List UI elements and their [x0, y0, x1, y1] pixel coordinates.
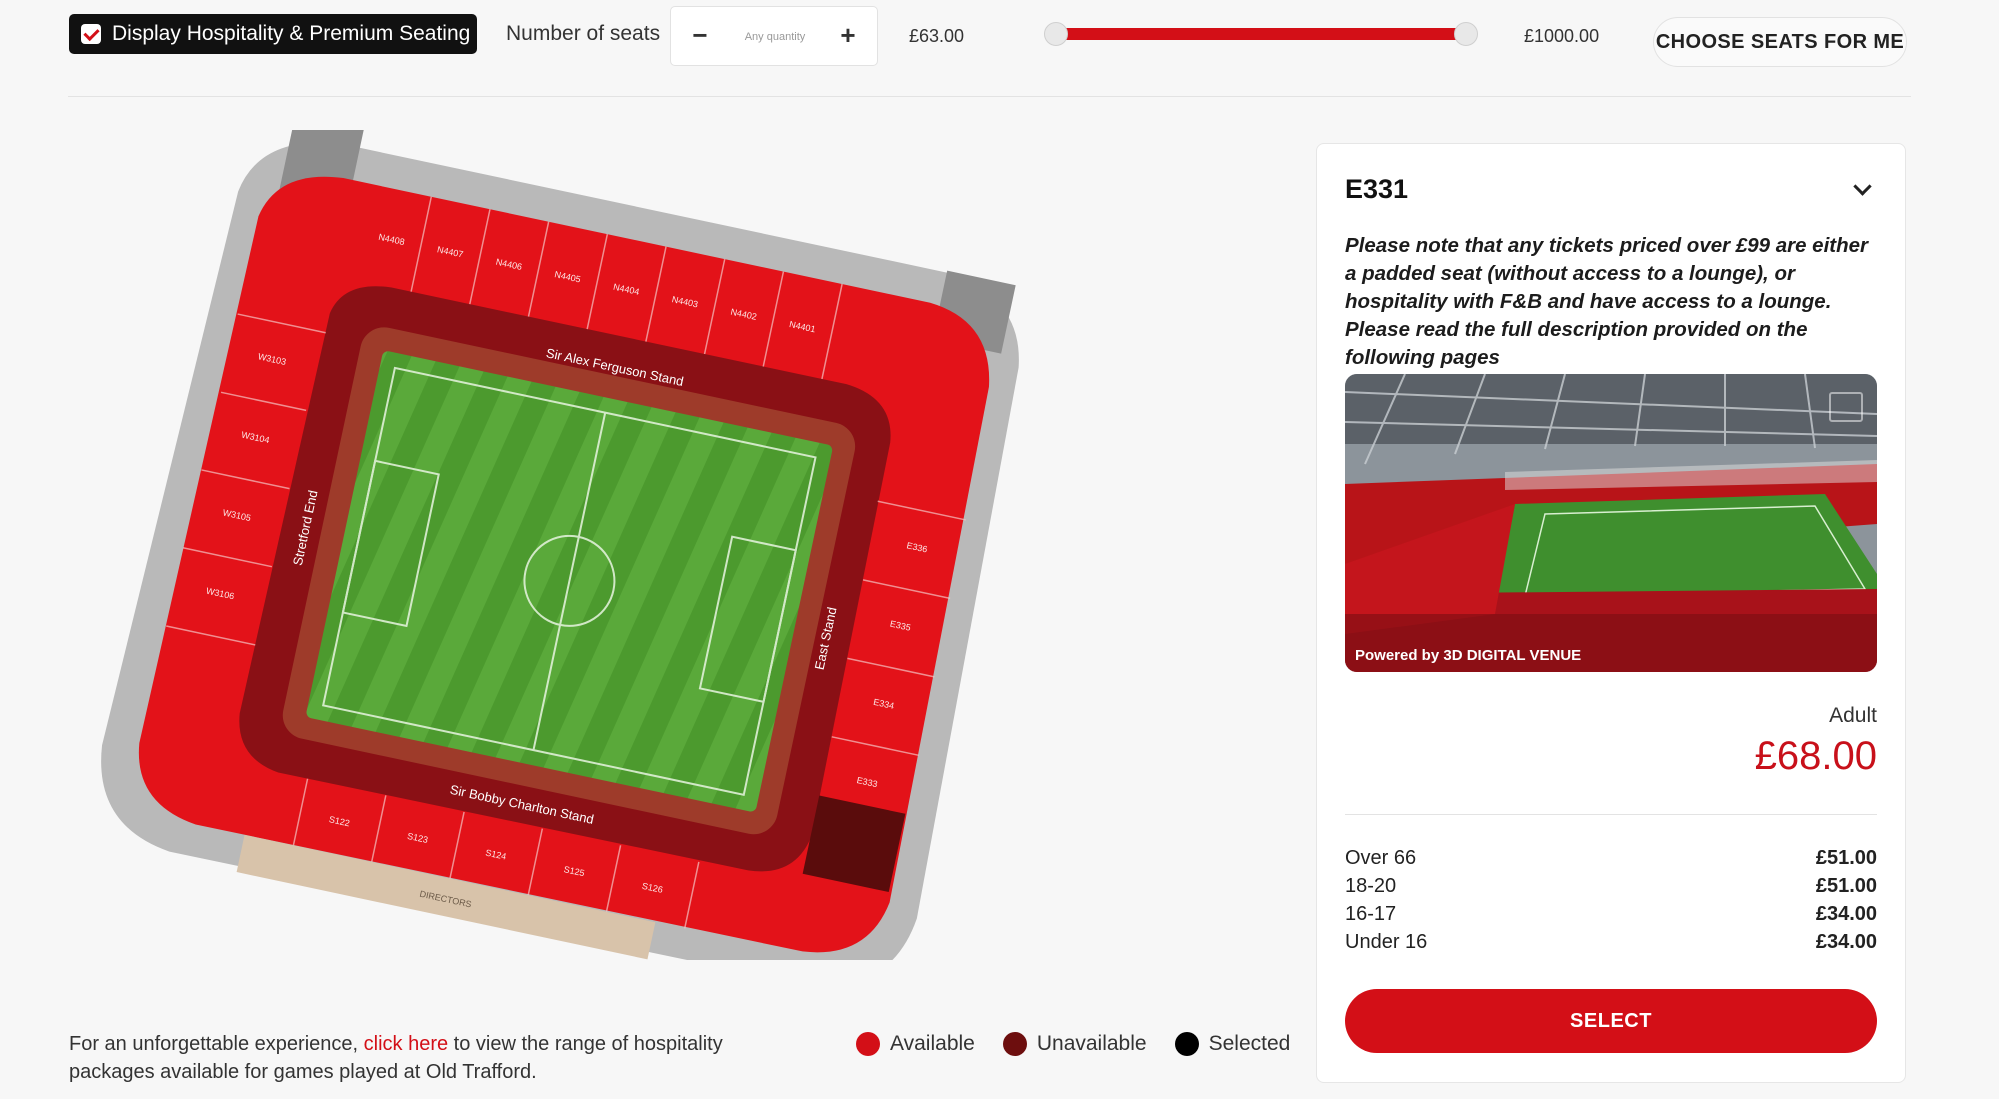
stadium-map-svg: Sir Alex Ferguson Stand Sir Bobby Charlt…: [101, 111, 1019, 986]
price-row: Over 66 £51.00: [1345, 847, 1877, 875]
filter-bar: Display Hospitality & Premium Seating Nu…: [0, 0, 1999, 98]
price-row-label: 18-20: [1345, 875, 1397, 897]
stadium-map[interactable]: Sir Alex Ferguson Stand Sir Bobby Charlt…: [60, 111, 1060, 986]
price-range-track: [1056, 28, 1466, 40]
pricing-note: Please note that any tickets priced over…: [1345, 234, 1868, 369]
price-row-value: £51.00: [1815, 847, 1877, 869]
seat-legend: Available Unavailable Selected: [856, 1032, 1290, 1056]
price-row-value: £51.00: [1815, 875, 1877, 897]
legend-available: Available: [856, 1032, 975, 1056]
chevron-down-icon[interactable]: [1853, 177, 1872, 196]
powered-by-label: Powered by 3D DIGITAL VENUE: [1355, 647, 1582, 664]
price-row-value: £34.00: [1815, 903, 1877, 925]
legend-unavailable-label: Unavailable: [1036, 1032, 1147, 1055]
unavailable-dot-icon: [1002, 1032, 1027, 1056]
price-list: Over 66 £51.00 18-20 £51.00 16-17 £34.00…: [1345, 847, 1877, 959]
legend-selected-label: Selected: [1208, 1032, 1291, 1055]
increase-button[interactable]: +: [833, 21, 863, 51]
fullscreen-icon[interactable]: [1829, 392, 1863, 422]
price-row-label: Under 16: [1345, 931, 1428, 953]
checkbox-icon[interactable]: [81, 24, 101, 44]
price-row: 16-17 £34.00: [1345, 903, 1877, 931]
hospitality-label: Display Hospitality & Premium Seating: [112, 22, 471, 45]
hospitality-toggle[interactable]: Display Hospitality & Premium Seating: [69, 14, 477, 54]
available-dot-icon: [856, 1032, 880, 1056]
price-max-handle[interactable]: [1454, 22, 1478, 46]
price-row: Under 16 £34.00: [1345, 931, 1877, 959]
adult-price: £68.00: [1754, 734, 1877, 778]
info-text-before: For an unforgettable experience,: [69, 1033, 364, 1055]
price-row: 18-20 £51.00: [1345, 875, 1877, 903]
quantity-input[interactable]: [721, 25, 829, 49]
decrease-button[interactable]: −: [685, 21, 715, 51]
legend-unavailable: Unavailable: [1002, 1032, 1147, 1056]
price-row-label: 16-17: [1345, 903, 1397, 925]
section-detail-panel: E331 Please note that any tickets priced…: [1316, 143, 1906, 1083]
price-row-label: Over 66: [1345, 847, 1417, 869]
seats-label: Number of seats: [506, 22, 661, 45]
legend-available-label: Available: [890, 1032, 975, 1055]
header-divider: [68, 96, 1911, 97]
price-min-label: £63.00: [909, 26, 965, 46]
hospitality-link[interactable]: click here: [364, 1033, 448, 1055]
choose-seats-button[interactable]: CHOOSE SEATS FOR ME: [1653, 17, 1907, 67]
select-button[interactable]: SELECT: [1345, 989, 1877, 1053]
adult-label: Adult: [1829, 704, 1877, 727]
price-max-label: £1000.00: [1524, 26, 1600, 46]
price-min-handle[interactable]: [1044, 22, 1068, 46]
price-row-value: £34.00: [1815, 931, 1877, 953]
price-range-slider[interactable]: [1044, 22, 1478, 46]
seat-view-preview[interactable]: Powered by 3D DIGITAL VENUE: [1345, 374, 1877, 672]
quantity-stepper: − +: [670, 6, 878, 66]
hospitality-info: For an unforgettable experience, click h…: [69, 1030, 789, 1086]
selected-dot-icon: [1174, 1032, 1199, 1056]
section-title: E331: [1345, 174, 1409, 204]
seat-view-image: [1345, 374, 1877, 672]
legend-selected: Selected: [1174, 1032, 1291, 1056]
price-divider: [1345, 814, 1877, 815]
